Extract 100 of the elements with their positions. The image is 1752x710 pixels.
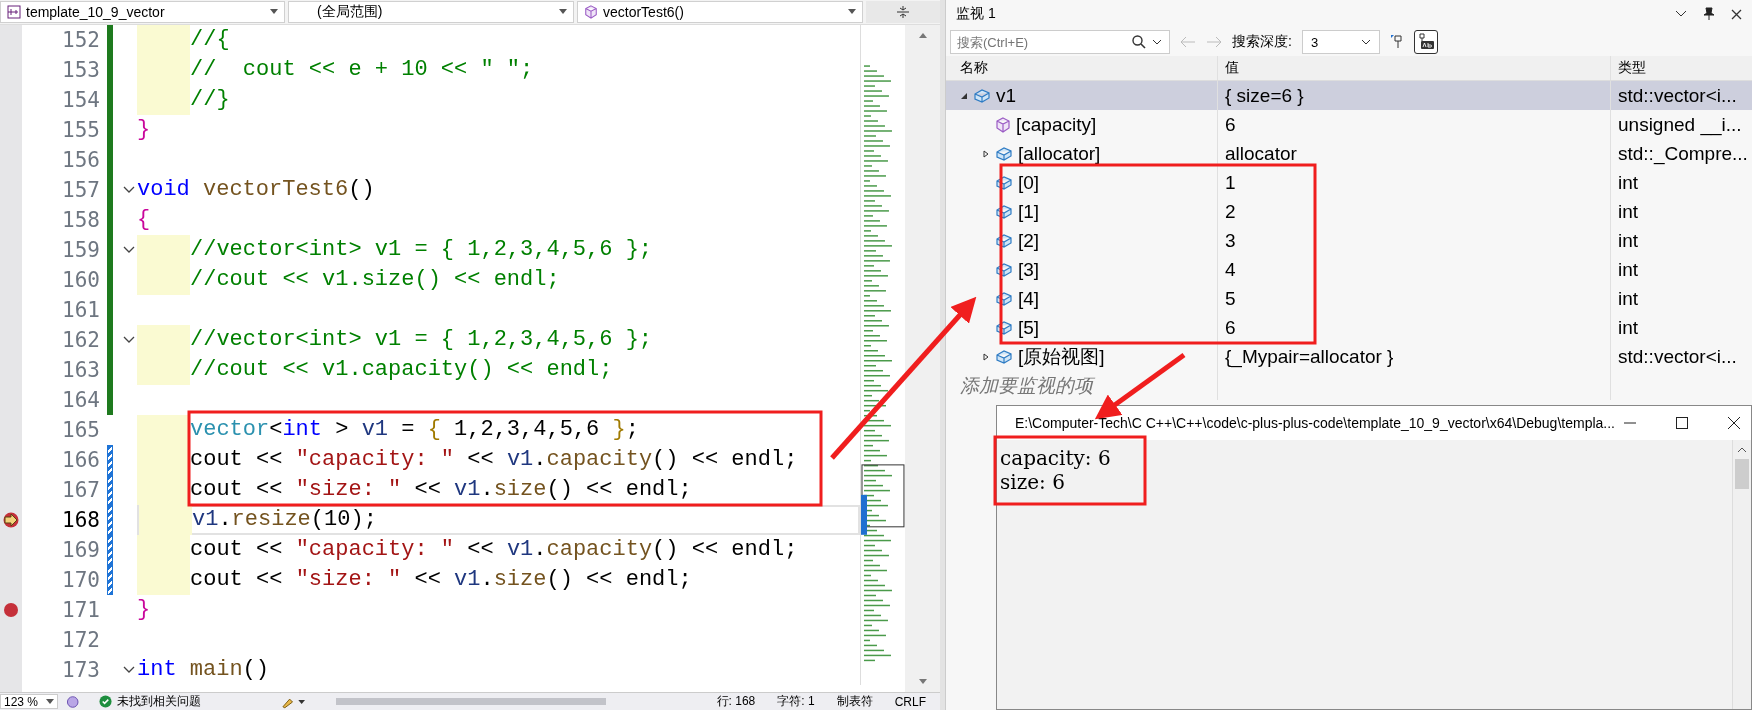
watch-name: [3] bbox=[1018, 258, 1040, 281]
breakpoint-arrow-icon[interactable] bbox=[2, 511, 20, 528]
line-number: 163 bbox=[61, 357, 100, 382]
watch-name: [1] bbox=[1018, 200, 1040, 223]
dropdown-arrow-icon[interactable] bbox=[559, 9, 567, 15]
watch-value: 5 bbox=[1225, 287, 1236, 310]
code-line: } bbox=[137, 597, 151, 623]
add-watch-placeholder[interactable]: 添加要监视的项 bbox=[960, 372, 1093, 399]
line-number: 172 bbox=[61, 627, 100, 652]
watch-row[interactable]: [0] 1 int bbox=[946, 168, 1752, 197]
code-line: cout << "size: " << v1.size() << endl; bbox=[190, 477, 692, 503]
scroll-up-icon[interactable] bbox=[1737, 446, 1747, 453]
collapsed-triangle-icon[interactable] bbox=[982, 352, 990, 361]
pin-text-icon bbox=[1416, 33, 1435, 51]
column-header[interactable]: 类型 bbox=[1618, 59, 1646, 77]
close-icon[interactable] bbox=[1731, 8, 1742, 20]
watch-row[interactable]: v1 { size=6 } std::vector<i... bbox=[946, 81, 1752, 110]
cube-icon bbox=[584, 4, 598, 19]
watch-value: allocator bbox=[1225, 142, 1297, 165]
line-number: 161 bbox=[61, 297, 100, 322]
dropdown-arrow-icon[interactable] bbox=[46, 699, 55, 704]
indent-mode[interactable]: 制表符 bbox=[836, 693, 873, 710]
search-field[interactable]: 搜索(Ctrl+E) bbox=[950, 30, 1170, 54]
watch-value: 4 bbox=[1225, 258, 1236, 281]
code-line: //} bbox=[190, 87, 230, 113]
line-number: 166 bbox=[61, 447, 100, 472]
column-header[interactable]: 名称 bbox=[960, 59, 988, 77]
watch-value: 1 bbox=[1225, 171, 1236, 194]
column-header[interactable]: 值 bbox=[1225, 59, 1239, 77]
char-indicator[interactable]: 字符: 1 bbox=[777, 693, 815, 710]
issues-status[interactable]: 未找到相关问题 bbox=[117, 693, 202, 710]
fold-chevron-icon[interactable] bbox=[122, 335, 135, 344]
code-line: int main() bbox=[137, 657, 269, 683]
watch-type: int bbox=[1618, 287, 1639, 310]
fold-chevron-icon[interactable] bbox=[122, 665, 135, 674]
chevron-down-icon[interactable] bbox=[1152, 39, 1162, 46]
fold-chevron-icon[interactable] bbox=[122, 185, 135, 194]
line-indicator[interactable]: 行: 168 bbox=[716, 693, 756, 710]
line-number: 159 bbox=[61, 237, 100, 262]
watch-name: [原始视图] bbox=[1018, 344, 1105, 369]
cube-icon bbox=[995, 116, 1011, 133]
console-output-line: size: 6 bbox=[1000, 470, 1066, 494]
watch-value: {_Mypair=allocator } bbox=[1225, 345, 1394, 368]
watch-type: int bbox=[1618, 229, 1639, 252]
watch-row[interactable]: [4] 5 int bbox=[946, 284, 1752, 313]
watch-row[interactable]: [allocator] allocator std::_Compre... bbox=[946, 139, 1752, 168]
chevron-down-icon[interactable] bbox=[1675, 10, 1687, 18]
split-window-button[interactable] bbox=[866, 0, 940, 23]
block-icon bbox=[995, 319, 1013, 336]
pin-icon[interactable] bbox=[1703, 7, 1715, 21]
fold-chevron-icon[interactable] bbox=[122, 245, 135, 254]
zoom-dropdown[interactable]: 123 % bbox=[0, 694, 58, 709]
watch-value: { size=6 } bbox=[1225, 84, 1304, 107]
dropdown-arrow-icon[interactable] bbox=[270, 9, 278, 15]
search-depth-dropdown[interactable]: 3 bbox=[1301, 30, 1380, 54]
breakpoint-icon[interactable] bbox=[3, 601, 19, 618]
code-line: //vector<int> v1 = { 1,2,3,4,5,6 }; bbox=[190, 237, 653, 263]
watch-name: [0] bbox=[1018, 171, 1040, 194]
line-ending[interactable]: CRLF bbox=[894, 694, 926, 709]
block-icon bbox=[995, 290, 1013, 307]
block-icon bbox=[973, 87, 991, 104]
search-icon[interactable] bbox=[1132, 35, 1146, 49]
block-icon bbox=[995, 145, 1013, 162]
watch-type: int bbox=[1618, 316, 1639, 339]
maximize-icon[interactable] bbox=[1675, 416, 1689, 430]
console-output-line: capacity: 6 bbox=[1000, 446, 1112, 470]
hex-display-button[interactable] bbox=[1413, 30, 1438, 54]
watch-type: int bbox=[1618, 200, 1639, 223]
watch-row[interactable]: [3] 4 int bbox=[946, 255, 1752, 284]
watch-row[interactable]: [2] 3 int bbox=[946, 226, 1752, 255]
collapsed-triangle-icon[interactable] bbox=[982, 149, 990, 158]
watch-row[interactable]: [5] 6 int bbox=[946, 313, 1752, 342]
minimap-drawing[interactable] bbox=[860, 24, 906, 685]
line-number: 155 bbox=[61, 117, 100, 142]
line-number: 165 bbox=[61, 417, 100, 442]
watch-row[interactable]: [1] 2 int bbox=[946, 197, 1752, 226]
line-number: 167 bbox=[61, 477, 100, 502]
watch-value: 6 bbox=[1225, 316, 1236, 339]
project-icon bbox=[7, 4, 21, 19]
expanded-triangle-icon[interactable] bbox=[960, 91, 968, 100]
watch-row[interactable]: [原始视图] {_Mypair=allocator } std::vector<i... bbox=[946, 342, 1752, 371]
vertical-scrollbar[interactable] bbox=[905, 24, 940, 692]
project-dropdown[interactable]: template_10_9_vector bbox=[0, 0, 285, 23]
watch-row[interactable]: [capacity] 6 unsigned __i... bbox=[946, 110, 1752, 139]
scroll-down-icon[interactable] bbox=[917, 678, 928, 686]
code-line: vector<int > v1 = { 1,2,3,4,5,6 }; bbox=[190, 417, 639, 443]
block-icon bbox=[995, 348, 1013, 365]
line-number: 171 bbox=[61, 597, 100, 622]
line-number: 154 bbox=[61, 87, 100, 112]
scope-dropdown[interactable]: (全局范围) bbox=[288, 0, 574, 23]
check-circle-icon bbox=[99, 695, 113, 708]
watch-type: int bbox=[1618, 171, 1639, 194]
scrollbar-thumb[interactable] bbox=[1735, 459, 1749, 489]
member-dropdown[interactable]: vectorTest6() bbox=[577, 0, 863, 23]
console-scrollbar[interactable] bbox=[1732, 440, 1751, 709]
watch-value: 2 bbox=[1225, 200, 1236, 223]
dropdown-arrow-icon[interactable] bbox=[848, 9, 856, 15]
watch-name: [capacity] bbox=[1016, 113, 1097, 136]
close-icon[interactable] bbox=[1727, 416, 1741, 430]
line-number: 164 bbox=[61, 387, 100, 412]
